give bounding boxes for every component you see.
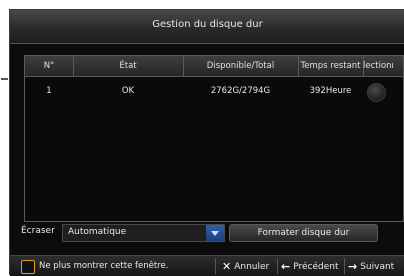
chevron-down-icon[interactable]: [206, 225, 224, 241]
format-disk-button[interactable]: Formater disque dur: [229, 224, 378, 242]
dialog-titlebar: Gestion du disque dur: [10, 10, 404, 44]
dont-show-again-checkbox[interactable]: [21, 260, 35, 274]
header-remaining: Temps restant: [300, 61, 361, 71]
header-selection: lectionı: [363, 61, 394, 71]
dialog-footer: Ne plus montrer cette fenêtre. ✕ Annuler…: [10, 255, 404, 276]
overwrite-label: Écraser: [21, 226, 55, 236]
overwrite-row: Écraser Automatique Formater disque dur: [21, 224, 404, 242]
footer-divider: [215, 258, 216, 274]
next-label: Suivant: [360, 261, 395, 272]
cancel-button[interactable]: ✕ Annuler: [222, 260, 269, 273]
header-capacity: Disponible/Total: [206, 61, 275, 71]
arrow-right-icon: →: [348, 260, 358, 273]
cancel-label: Annuler: [234, 261, 270, 272]
overwrite-select-value: Automatique: [68, 227, 127, 237]
previous-button[interactable]: ← Précédent: [281, 260, 339, 273]
previous-label: Précédent: [293, 261, 339, 272]
next-button[interactable]: → Suivant: [348, 260, 394, 273]
header-number: N°: [43, 61, 55, 71]
row-number: 1: [46, 86, 52, 96]
row-state: OK: [121, 86, 135, 96]
close-x-icon: ✕: [222, 260, 232, 273]
footer-divider: [277, 258, 278, 274]
disk-table: N° État Disponible/Total Temps restant l…: [24, 55, 404, 222]
table-header: N° État Disponible/Total Temps restant l…: [25, 56, 403, 77]
divider: [1, 78, 8, 80]
arrow-left-icon: ←: [281, 260, 291, 273]
row-select-radio[interactable]: [367, 83, 386, 102]
row-remaining: 392Heure: [309, 86, 352, 96]
hdd-management-dialog: Gestion du disque dur N° État Disponible…: [1, 9, 404, 276]
footer-divider: [344, 258, 345, 274]
header-state: État: [119, 61, 137, 71]
table-row[interactable]: 1 OK 2762G/2794G 392Heure: [25, 80, 403, 102]
dont-show-again-label: Ne plus montrer cette fenêtre.: [39, 261, 169, 271]
dialog-title: Gestion du disque dur: [152, 19, 263, 30]
row-capacity: 2762G/2794G: [210, 86, 271, 96]
overwrite-select[interactable]: Automatique: [62, 224, 225, 242]
